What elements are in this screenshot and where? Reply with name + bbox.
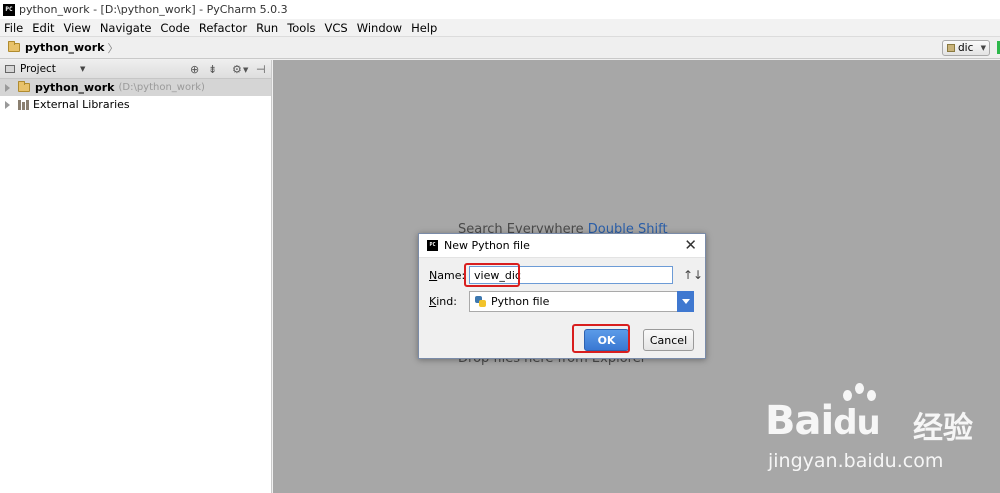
- watermark-brand: Baidu: [765, 398, 881, 444]
- highlight-box-ok: [572, 324, 630, 353]
- chevron-down-icon: ▼: [980, 44, 986, 52]
- menu-file[interactable]: File: [4, 21, 23, 35]
- brand-part: du: [833, 403, 881, 443]
- kind-field-label: Kind:: [429, 295, 457, 308]
- pycharm-logo-icon: PC: [3, 3, 15, 16]
- label-text: ind:: [436, 295, 457, 308]
- hide-panel-icon[interactable]: ⊣: [256, 63, 266, 76]
- close-icon[interactable]: ✕: [684, 237, 697, 253]
- folder-icon: [8, 41, 20, 52]
- expand-arrow-icon[interactable]: [5, 100, 10, 109]
- highlight-box-name: [464, 263, 520, 287]
- menu-vcs[interactable]: VCS: [325, 21, 348, 35]
- expand-arrow-icon[interactable]: [5, 83, 10, 92]
- project-tool-header: Project ▼ ⊕ ⇟ ⚙ ▼ ⊣: [0, 60, 271, 79]
- cancel-button[interactable]: Cancel: [643, 329, 694, 351]
- project-tool-window: Project ▼ ⊕ ⇟ ⚙ ▼ ⊣ python_work (D:\pyth…: [0, 60, 272, 493]
- menu-edit[interactable]: Edit: [32, 21, 54, 35]
- menu-code[interactable]: Code: [160, 21, 189, 35]
- pycharm-logo-icon: PC: [427, 240, 438, 251]
- chevron-down-icon[interactable]: [677, 291, 694, 312]
- kind-select[interactable]: Python file: [469, 291, 694, 312]
- chevron-down-icon[interactable]: ▼: [80, 65, 85, 73]
- project-view-icon: [5, 65, 15, 73]
- mnemonic: N: [429, 269, 438, 282]
- project-view-selector[interactable]: Project: [20, 63, 56, 75]
- tree-item-external-libraries[interactable]: External Libraries: [0, 96, 271, 113]
- gear-icon[interactable]: ⚙: [232, 63, 242, 76]
- chevron-right-icon: 〉: [107, 41, 119, 55]
- dialog-titlebar: PC New Python file ✕: [419, 234, 705, 258]
- library-icon: [18, 99, 29, 110]
- python-icon: [475, 296, 486, 307]
- chevron-down-icon[interactable]: ▼: [243, 66, 248, 74]
- kind-select-value: Python file: [491, 295, 550, 308]
- tree-item-project-root[interactable]: python_work (D:\python_work): [0, 79, 271, 96]
- run-config-selector[interactable]: dic ▼: [942, 40, 990, 56]
- menu-tools[interactable]: Tools: [287, 21, 315, 35]
- tree-item-label: python_work: [35, 81, 115, 94]
- run-config-label: dic: [958, 42, 974, 54]
- navigation-bar: python_work 〉 dic ▼: [0, 37, 1000, 59]
- sort-icon[interactable]: ↑↓: [683, 268, 703, 282]
- collapse-all-icon[interactable]: ⇟: [208, 63, 217, 76]
- tree-item-label: External Libraries: [33, 98, 130, 111]
- menu-view[interactable]: View: [64, 21, 91, 35]
- watermark-cn: 经验: [913, 411, 973, 446]
- tree-item-path: (D:\python_work): [118, 82, 205, 93]
- window-title: python_work - [D:\python_work] - PyCharm…: [19, 3, 288, 16]
- python-config-icon: [947, 44, 955, 52]
- breadcrumb-project[interactable]: python_work: [25, 41, 104, 54]
- name-field-label: Name:: [429, 269, 465, 282]
- new-python-file-dialog: PC New Python file ✕ Name: ↑↓ Kind: Pyth…: [418, 233, 706, 359]
- dialog-title: New Python file: [444, 239, 530, 252]
- scroll-from-source-icon[interactable]: ⊕: [190, 63, 199, 76]
- folder-icon: [18, 81, 30, 92]
- window-titlebar: PC python_work - [D:\python_work] - PyCh…: [0, 0, 1000, 19]
- baidu-watermark: Baidu 经验 jingyan.baidu.com: [765, 378, 995, 478]
- menu-bar: File Edit View Navigate Code Refactor Ru…: [0, 19, 1000, 37]
- dialog-body: Name: ↑↓ Kind: Python file OK Cancel: [419, 258, 705, 358]
- menu-window[interactable]: Window: [357, 21, 402, 35]
- menu-run[interactable]: Run: [256, 21, 278, 35]
- label-text: ame:: [437, 269, 466, 282]
- menu-help[interactable]: Help: [411, 21, 437, 35]
- watermark-url: jingyan.baidu.com: [768, 450, 944, 472]
- menu-refactor[interactable]: Refactor: [199, 21, 247, 35]
- brand-part: Bai: [765, 398, 834, 444]
- menu-navigate[interactable]: Navigate: [100, 21, 152, 35]
